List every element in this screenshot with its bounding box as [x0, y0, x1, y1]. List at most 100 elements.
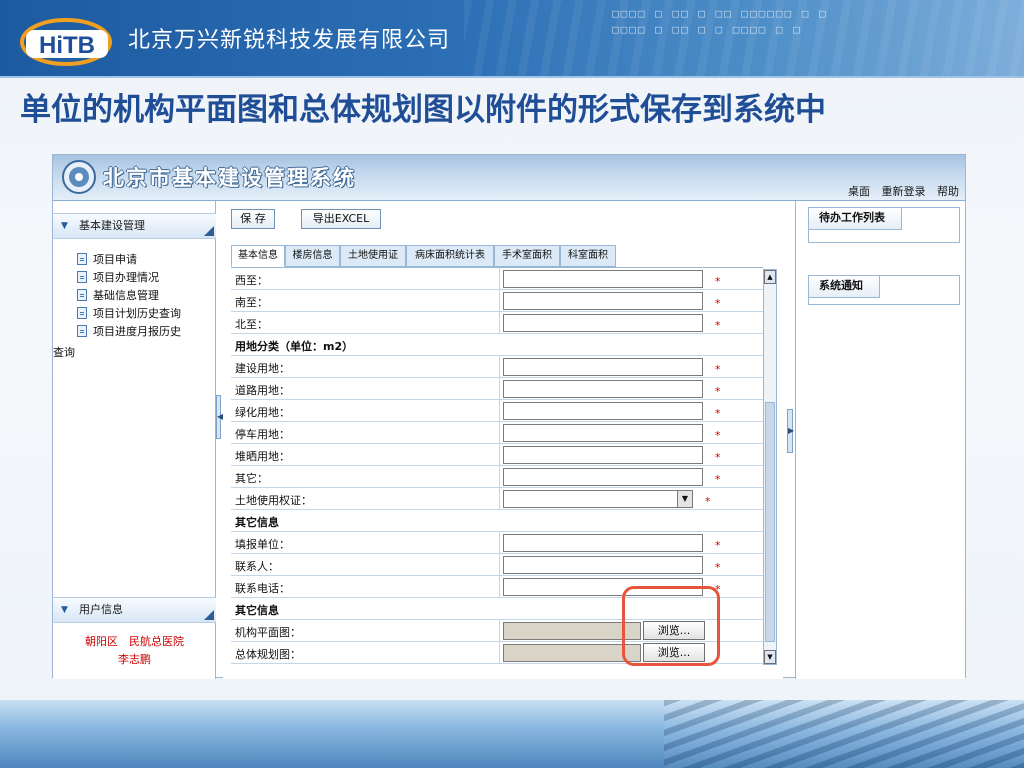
- form-row: 道路用地： *: [231, 378, 763, 400]
- form-row: 停车用地： *: [231, 422, 763, 444]
- form-label: 南至：: [235, 296, 268, 309]
- logo-text: HiTB: [39, 32, 95, 59]
- required-marker: *: [715, 473, 721, 486]
- file-path-input[interactable]: [503, 644, 641, 662]
- form-text-input[interactable]: [503, 358, 703, 376]
- form-row: 南至： *: [231, 290, 763, 312]
- notice-panel-title[interactable]: 系统通知: [809, 276, 880, 298]
- corner-icon: [204, 226, 214, 236]
- corner-icon: [204, 610, 214, 620]
- form-row: 绿化用地： *: [231, 400, 763, 422]
- chevron-down-icon[interactable]: ▼: [677, 491, 692, 507]
- sidebar-section-construction[interactable]: ▼ 基本建设管理: [53, 213, 216, 239]
- help-link[interactable]: 帮助: [937, 185, 959, 198]
- tab-land-certificate[interactable]: 土地使用证: [340, 245, 406, 267]
- desktop-link[interactable]: 桌面: [848, 185, 870, 198]
- sidebar-item-project-status[interactable]: 项目办理情况: [77, 269, 181, 287]
- save-button[interactable]: 保 存: [231, 209, 275, 229]
- form-scrollbar[interactable]: ▲ ▼: [763, 269, 777, 665]
- sidebar-item-progress-history[interactable]: 项目进度月报历史: [77, 323, 181, 341]
- slide-title: 单位的机构平面图和总体规划图以附件的形式保存到系统中: [20, 92, 826, 128]
- form-section-header: 其它信息: [235, 516, 279, 529]
- collapse-left-handle[interactable]: ◀: [216, 395, 223, 439]
- sidebar-item-overflow-text[interactable]: 查询: [53, 344, 75, 360]
- sidebar-item-plan-history[interactable]: 项目计划历史查询: [77, 305, 181, 323]
- user-name: 李志鹏: [118, 653, 151, 666]
- tab-bed-area[interactable]: 病床面积统计表: [406, 245, 494, 267]
- form-label: 联系电话：: [235, 582, 290, 595]
- scroll-down-icon[interactable]: ▼: [764, 650, 776, 664]
- form-text-input[interactable]: [503, 468, 703, 486]
- sidebar-section-user[interactable]: ▼ 用户信息: [53, 597, 216, 623]
- form-text-input[interactable]: [503, 292, 703, 310]
- document-icon: [77, 289, 87, 301]
- form-text-input[interactable]: [503, 424, 703, 442]
- form-label: 土地使用权证：: [235, 494, 312, 507]
- form-label: 绿化用地：: [235, 406, 290, 419]
- emblem-icon: [62, 160, 96, 194]
- form-label: 总体规划图：: [235, 648, 301, 661]
- sidebar-menu: 项目申请 项目办理情况 基础信息管理 项目计划历史查询 项目进度月报历史: [77, 251, 181, 341]
- required-marker: *: [715, 297, 721, 310]
- required-marker: *: [715, 539, 721, 552]
- sidebar: ▼ 基本建设管理 项目申请 项目办理情况 基础信息管理 项目计划历史查询 项目进…: [53, 201, 216, 679]
- form-row: 联系电话： *: [231, 576, 763, 598]
- sidebar-item-project-apply[interactable]: 项目申请: [77, 251, 181, 269]
- scroll-thumb[interactable]: [765, 402, 775, 642]
- form-text-input[interactable]: [503, 402, 703, 420]
- form-section-header: 用地分类（单位：m2）: [235, 340, 354, 353]
- sidebar-item-basic-info[interactable]: 基础信息管理: [77, 287, 181, 305]
- form-text-input[interactable]: [503, 534, 703, 552]
- top-banner: HiTB 北京万兴新锐科技发展有限公司 □□□□ □ □□ □ □□ □□□□□…: [0, 0, 1024, 78]
- form-text-input[interactable]: [503, 446, 703, 464]
- tab-surgery-area[interactable]: 手术室面积: [494, 245, 560, 267]
- form-label: 填报单位：: [235, 538, 290, 551]
- tab-building-info[interactable]: 楼房信息: [285, 245, 340, 267]
- form-row: 建设用地： *: [231, 356, 763, 378]
- required-marker: *: [715, 363, 721, 376]
- user-org: 朝阳区 民航总医院: [85, 635, 184, 648]
- tab-department-area[interactable]: 科室面积: [560, 245, 616, 267]
- chevron-down-icon: ▼: [61, 221, 68, 231]
- form-row: 总体规划图： 浏览...: [231, 642, 763, 664]
- todo-panel: 待办工作列表: [808, 207, 960, 243]
- form-label: 机构平面图：: [235, 626, 301, 639]
- required-marker: *: [715, 319, 721, 332]
- form-text-input[interactable]: [503, 314, 703, 332]
- right-panel: 待办工作列表 系统通知: [795, 201, 965, 679]
- todo-panel-title[interactable]: 待办工作列表: [809, 208, 902, 230]
- form-text-input[interactable]: [503, 578, 703, 596]
- required-marker: *: [715, 429, 721, 442]
- scroll-up-icon[interactable]: ▲: [764, 270, 776, 284]
- required-marker: *: [715, 275, 721, 288]
- browse-button[interactable]: 浏览...: [643, 621, 705, 640]
- required-marker: *: [715, 583, 721, 596]
- banner-binary-pattern: □□□□ □ □□ □ □□ □□□□□□ □ □ □□□□ □ □□ □ □ □…: [612, 7, 828, 36]
- form-text-input[interactable]: [503, 556, 703, 574]
- form-row: 机构平面图： 浏览...: [231, 620, 763, 642]
- form-label: 道路用地：: [235, 384, 290, 397]
- required-marker: *: [715, 407, 721, 420]
- form-row: 填报单位： *: [231, 532, 763, 554]
- main-form-area: 保 存 导出EXCEL 基本信息 楼房信息 土地使用证 病床面积统计表 手术室面…: [223, 201, 783, 679]
- form-row: 堆晒用地： *: [231, 444, 763, 466]
- form-label: 堆晒用地：: [235, 450, 290, 463]
- required-marker: *: [715, 561, 721, 574]
- form-row: 联系人： *: [231, 554, 763, 576]
- form-row: 其它信息: [231, 598, 763, 620]
- form-text-input[interactable]: [503, 270, 703, 288]
- land-certificate-select[interactable]: ▼: [503, 490, 693, 508]
- browse-button[interactable]: 浏览...: [643, 643, 705, 662]
- document-icon: [77, 325, 87, 337]
- file-path-input[interactable]: [503, 622, 641, 640]
- form-label: 北至：: [235, 318, 268, 331]
- collapse-right-handle[interactable]: ▶: [787, 409, 794, 453]
- tab-basic-info[interactable]: 基本信息: [231, 245, 285, 267]
- form-row: 土地使用权证： ▼ *: [231, 488, 763, 510]
- form-text-input[interactable]: [503, 380, 703, 398]
- form-row: 其它： *: [231, 466, 763, 488]
- form-row: 西至： *: [231, 268, 763, 290]
- relogin-link[interactable]: 重新登录: [882, 185, 926, 198]
- form-label: 西至：: [235, 274, 268, 287]
- export-excel-button[interactable]: 导出EXCEL: [301, 209, 381, 229]
